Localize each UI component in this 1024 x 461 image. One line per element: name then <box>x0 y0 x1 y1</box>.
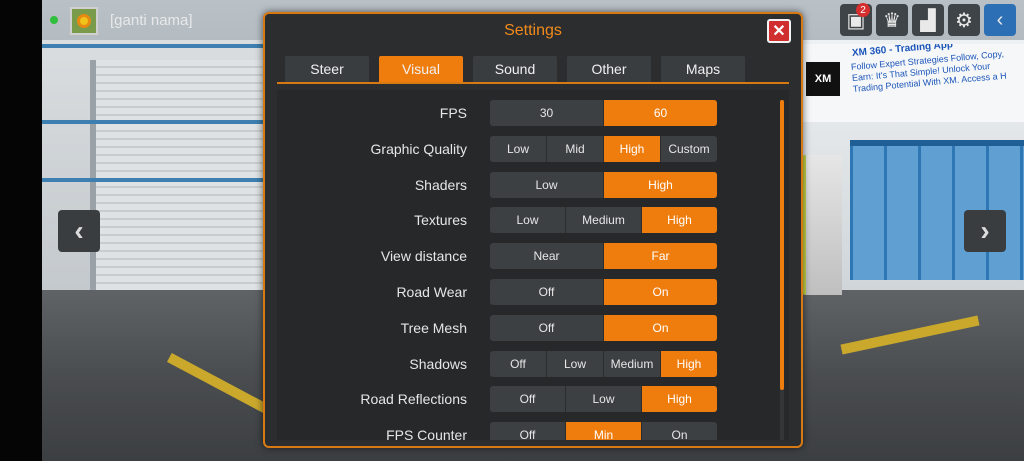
setting-row: Textures Low Medium High <box>277 207 777 234</box>
tab-steer[interactable]: Steer <box>285 56 369 82</box>
option-button[interactable]: Far <box>604 243 717 270</box>
option-button[interactable]: On <box>604 279 717 305</box>
option-button[interactable]: Off <box>490 350 547 377</box>
scrollbar-thumb[interactable] <box>780 100 784 390</box>
option-selector: Low Medium High <box>490 207 717 234</box>
option-button[interactable]: Off <box>490 279 604 305</box>
option-button[interactable]: Medium <box>566 207 642 234</box>
option-selector: Off Min On <box>490 422 717 440</box>
setting-label: FPS Counter <box>386 427 467 440</box>
option-button[interactable]: Low <box>566 386 642 413</box>
screen-edge <box>0 0 42 461</box>
dialog-header: Settings ✕ <box>265 14 801 48</box>
option-button[interactable]: Low <box>547 350 604 377</box>
trophy-icon: ♛ <box>883 9 901 32</box>
option-button[interactable]: Custom <box>661 136 717 162</box>
setting-row: FPS 30 60 <box>277 100 777 126</box>
chevron-left-icon: ‹ <box>996 8 1004 31</box>
option-selector: Near Far <box>490 243 717 270</box>
setting-label: Textures <box>414 212 467 229</box>
settings-dialog: Settings ✕ Steer Visual Sound Other Maps FPS… <box>263 12 803 448</box>
option-selector: Off Low High <box>490 386 717 413</box>
tab-visual[interactable]: Visual <box>379 56 463 82</box>
player-avatar[interactable] <box>70 7 98 35</box>
setting-label: FPS <box>439 105 467 121</box>
option-button[interactable]: On <box>604 314 717 341</box>
option-button[interactable]: High <box>661 350 717 377</box>
settings-button[interactable]: ⚙ <box>948 4 980 36</box>
gear-icon: ⚙ <box>955 9 973 32</box>
option-button[interactable]: Low <box>490 171 604 198</box>
online-status-dot <box>50 16 58 24</box>
back-button[interactable]: ‹ <box>984 4 1016 36</box>
option-button[interactable]: Min <box>566 422 642 440</box>
option-button[interactable]: Off <box>490 314 604 341</box>
setting-row: Road Reflections Off Low High <box>277 386 777 413</box>
option-button[interactable]: High <box>642 207 717 234</box>
option-selector: 30 60 <box>490 100 717 126</box>
dialog-title: Settings <box>504 22 562 39</box>
ad-logo: XM <box>806 62 840 96</box>
setting-row: FPS Counter Off Min On <box>277 422 777 440</box>
option-selector: Off On <box>490 314 717 341</box>
setting-label: Road Reflections <box>360 391 467 408</box>
notification-badge: 2 <box>856 3 870 17</box>
option-button[interactable]: Near <box>490 243 604 270</box>
tab-maps[interactable]: Maps <box>661 56 745 82</box>
setting-label: View distance <box>380 248 467 265</box>
chevron-right-icon: › <box>980 215 990 246</box>
setting-row: Shadows Off Low Medium High <box>277 350 777 377</box>
setting-label: Tree Mesh <box>400 319 467 336</box>
option-button[interactable]: Mid <box>547 135 604 162</box>
option-button[interactable]: Low <box>490 207 566 234</box>
visual-settings-list[interactable]: FPS 30 60 Graphic Quality Low Mid High Custom Sh… <box>277 90 789 440</box>
setting-row: View distance Near Far <box>277 243 777 270</box>
close-button[interactable]: ✕ <box>767 19 791 43</box>
chevron-left-icon: ‹ <box>74 215 84 246</box>
flower-icon <box>77 14 91 28</box>
podium-icon: ▟ <box>920 9 936 32</box>
settings-tabs: Steer Visual Sound Other Maps <box>277 56 789 84</box>
setting-row: Shaders Low High <box>277 171 777 198</box>
option-selector: Low Mid High Custom <box>490 135 717 162</box>
setting-label: Graphic Quality <box>370 140 467 157</box>
setting-label: Shadows <box>409 355 467 372</box>
steel-beam <box>42 44 272 48</box>
option-button[interactable]: Off <box>490 422 566 440</box>
steel-beam <box>42 120 272 124</box>
bus-vehicle <box>800 155 842 295</box>
hud-toolbar: ▣ 2 ♛ ▟ ⚙ ‹ <box>840 3 1016 36</box>
setting-row: Tree Mesh Off On <box>277 314 777 341</box>
setting-label: Road Wear <box>396 284 467 300</box>
trophy-button[interactable]: ♛ <box>876 4 908 36</box>
option-selector: Off On <box>490 279 717 305</box>
setting-row: Road Wear Off On <box>277 279 777 305</box>
tab-other[interactable]: Other <box>567 56 651 82</box>
option-button[interactable]: Low <box>490 135 547 162</box>
option-selector: Off Low Medium High <box>490 350 717 377</box>
option-button[interactable]: High <box>604 135 661 162</box>
option-button[interactable]: Off <box>490 386 566 413</box>
garage-shutter <box>90 60 265 290</box>
option-button[interactable]: High <box>604 171 717 198</box>
next-vehicle-button[interactable]: › <box>964 210 1006 252</box>
option-button[interactable]: 30 <box>490 100 604 126</box>
option-selector: Low High <box>490 171 717 198</box>
option-button[interactable]: High <box>642 386 717 413</box>
option-button[interactable]: Medium <box>604 350 661 377</box>
close-icon: ✕ <box>772 23 786 40</box>
previous-vehicle-button[interactable]: ‹ <box>58 210 100 252</box>
tab-sound[interactable]: Sound <box>473 56 557 82</box>
option-button[interactable]: 60 <box>604 100 717 126</box>
setting-label: Shaders <box>414 176 467 193</box>
ad-banner[interactable]: XM XM 360 - Trading App Follow Expert St… <box>800 44 1024 122</box>
leaderboard-button[interactable]: ▟ <box>912 4 944 36</box>
player-name[interactable]: [ganti nama] <box>110 12 193 29</box>
steel-beam <box>42 178 272 182</box>
setting-row: Graphic Quality Low Mid High Custom <box>277 135 777 162</box>
option-button[interactable]: On <box>642 422 717 440</box>
gift-button[interactable]: ▣ 2 <box>840 3 872 36</box>
